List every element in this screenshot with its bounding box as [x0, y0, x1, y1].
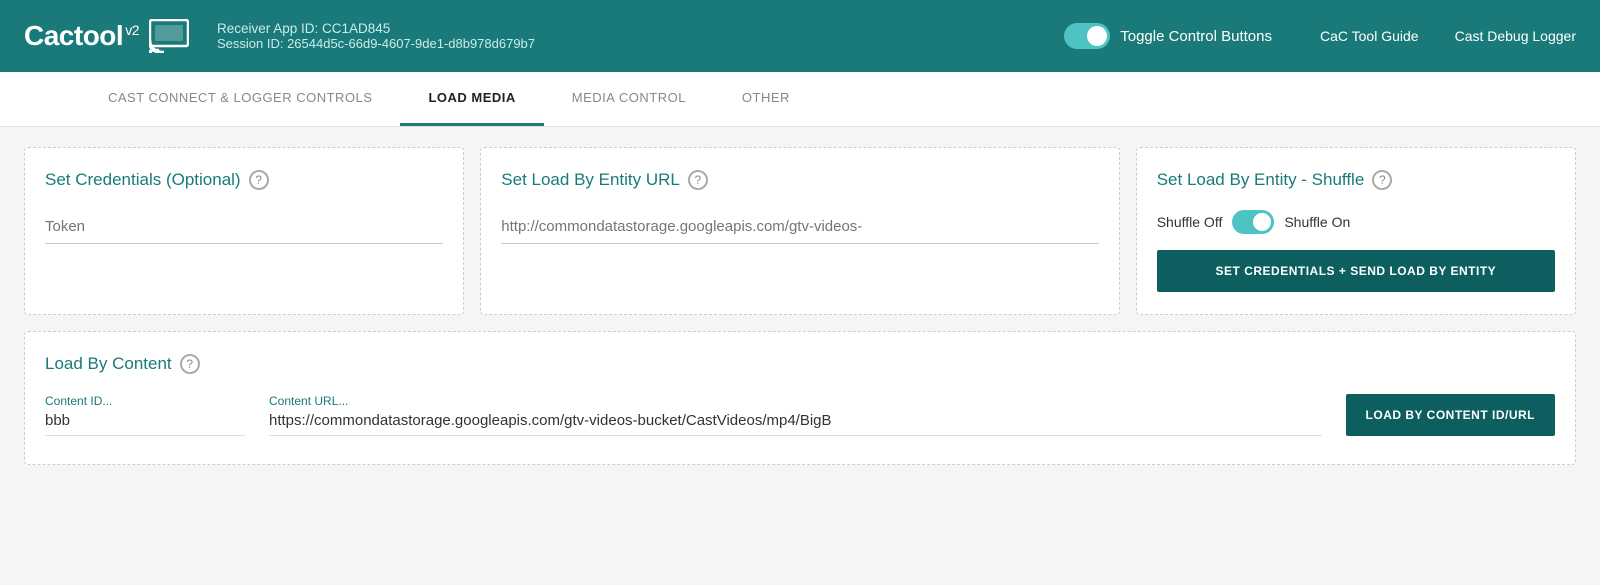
token-input[interactable] [45, 210, 443, 244]
shuffle-title-text: Set Load By Entity - Shuffle [1157, 170, 1365, 190]
main-content: Set Credentials (Optional) ? Set Load By… [0, 127, 1600, 485]
tab-other[interactable]: OTHER [714, 72, 818, 126]
tabs-navigation: CAST CONNECT & LOGGER CONTROLS LOAD MEDI… [0, 72, 1600, 127]
logo-text: Cactoolv2 [24, 20, 139, 52]
header-info: Receiver App ID: CC1AD845 Session ID: 26… [217, 21, 1064, 51]
entity-url-panel-title: Set Load By Entity URL ? [501, 170, 1098, 190]
credentials-title-text: Set Credentials (Optional) [45, 170, 241, 190]
entity-url-input[interactable] [501, 210, 1098, 244]
top-panels-row: Set Credentials (Optional) ? Set Load By… [24, 147, 1576, 315]
credentials-panel-title: Set Credentials (Optional) ? [45, 170, 443, 190]
content-url-label: Content URL... [269, 394, 1322, 408]
receiver-app-id: Receiver App ID: CC1AD845 [217, 21, 1064, 36]
toggle-control-buttons-area[interactable]: Toggle Control Buttons [1064, 23, 1272, 49]
shuffle-toggle-row: Shuffle Off Shuffle On [1157, 210, 1555, 234]
content-url-value: https://commondatastorage.googleapis.com… [269, 412, 1322, 436]
load-by-content-title: Load By Content ? [45, 354, 1555, 374]
cast-icon [149, 19, 189, 53]
credentials-help-icon[interactable]: ? [249, 170, 269, 190]
session-id: Session ID: 26544d5c-66d9-4607-9de1-d8b9… [217, 36, 1064, 51]
logo-area: Cactoolv2 [24, 19, 189, 53]
shuffle-off-label: Shuffle Off [1157, 214, 1223, 230]
logo-version: v2 [125, 22, 139, 38]
load-by-content-button[interactable]: LOAD BY CONTENT ID/URL [1346, 394, 1555, 436]
load-content-row: Content ID... bbb Content URL... https:/… [45, 394, 1555, 436]
toggle-control-switch[interactable] [1064, 23, 1110, 49]
shuffle-help-icon[interactable]: ? [1372, 170, 1392, 190]
tab-media-control[interactable]: MEDIA CONTROL [544, 72, 714, 126]
entity-url-panel: Set Load By Entity URL ? [480, 147, 1119, 315]
shuffle-panel-title: Set Load By Entity - Shuffle ? [1157, 170, 1555, 190]
shuffle-toggle-switch[interactable] [1232, 210, 1274, 234]
entity-url-title-text: Set Load By Entity URL [501, 170, 680, 190]
content-id-field: Content ID... bbb [45, 394, 245, 436]
shuffle-panel: Set Load By Entity - Shuffle ? Shuffle O… [1136, 147, 1576, 315]
content-id-label: Content ID... [45, 394, 245, 408]
app-header: Cactoolv2 Receiver App ID: CC1AD845 Sess… [0, 0, 1600, 72]
toggle-control-label: Toggle Control Buttons [1120, 28, 1272, 45]
content-url-field: Content URL... https://commondatastorage… [269, 394, 1322, 436]
tab-cast-connect[interactable]: CAST CONNECT & LOGGER CONTROLS [80, 72, 400, 126]
set-credentials-send-load-entity-button[interactable]: SET CREDENTIALS + SEND LOAD BY ENTITY [1157, 250, 1555, 292]
header-links: CaC Tool Guide Cast Debug Logger [1320, 28, 1576, 44]
logo-main-text: Cactool [24, 20, 123, 51]
content-id-value: bbb [45, 412, 245, 436]
load-by-content-panel: Load By Content ? Content ID... bbb Cont… [24, 331, 1576, 465]
tab-load-media[interactable]: LOAD MEDIA [400, 72, 543, 126]
entity-url-help-icon[interactable]: ? [688, 170, 708, 190]
load-by-content-help-icon[interactable]: ? [180, 354, 200, 374]
cac-tool-guide-link[interactable]: CaC Tool Guide [1320, 28, 1419, 44]
load-by-content-title-text: Load By Content [45, 354, 172, 374]
shuffle-on-label: Shuffle On [1284, 214, 1350, 230]
cast-debug-logger-link[interactable]: Cast Debug Logger [1455, 28, 1576, 44]
credentials-panel: Set Credentials (Optional) ? [24, 147, 464, 315]
